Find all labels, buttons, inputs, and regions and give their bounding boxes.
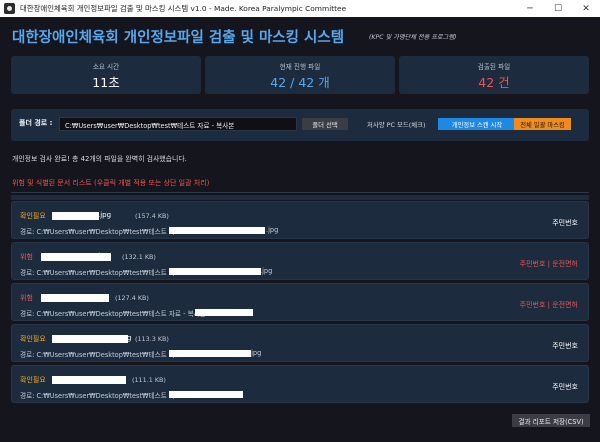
close-button[interactable]: ✕ <box>572 0 600 17</box>
file-path: 경로: C:₩Users₩user₩Desktop₩test₩테스트 자료 - <box>20 228 186 236</box>
file-path: 경로: C:₩Users₩user₩Desktop₩test₩테스트 자료 - <box>20 269 186 277</box>
progress-card: 현재 진행 파일 42 / 42 개 <box>205 56 395 94</box>
results-list[interactable]: 확인필요 .jpg (157.4 KB) 경로: C:₩Users₩user₩D… <box>11 195 589 408</box>
risk-list-title: 위험 및 식별된 문서 리스트 (우클릭 개별 적용 또는 상단 일괄 처리) <box>12 179 210 187</box>
list-item[interactable]: 확인필요 (111.1 KB) 경로: C:₩Users₩user₩Deskto… <box>11 365 589 403</box>
detected-value: 42 건 <box>478 75 510 90</box>
detected-card: 검출된 파일 42 건 <box>399 56 589 94</box>
file-path: 경로: C:₩Users₩user₩Desktop₩test₩테스트 자료 - <box>20 392 186 400</box>
elapsed-time-label: 소요 시간 <box>92 63 120 71</box>
window-titlebar: 대한장애인체육회 개인정보파일 검출 및 마스킹 시스템 v1.0 - Made… <box>0 0 600 17</box>
folder-path-label: 폴더 경로 : <box>19 119 53 127</box>
severity-label: 위험 <box>20 294 33 302</box>
mask-all-button[interactable]: 전체 일괄 마스킹 <box>514 118 571 130</box>
folder-path-field[interactable]: C:₩Users₩user₩Desktop₩test₩테스트 자료 - 복사본 <box>59 117 297 131</box>
file-path: 경로: C:₩Users₩user₩Desktop₩test₩테스트 자료 - <box>20 351 186 359</box>
redacted-path <box>169 391 243 398</box>
list-item-partial <box>11 195 589 200</box>
detected-types: 주민번호 <box>552 383 578 391</box>
list-item[interactable]: 위험 (127.4 KB) 경로: C:₩Users₩user₩Desktop₩… <box>11 283 589 321</box>
file-path-suffix: .jpg <box>249 349 262 357</box>
select-folder-button[interactable]: 폴더 선택 <box>302 118 348 130</box>
severity-label: 확인필요 <box>20 212 46 220</box>
window-controls: ─ ☐ ✕ <box>516 0 600 17</box>
detected-types: 주민번호 | 운전면허 <box>519 260 578 268</box>
severity-label: 확인필요 <box>20 376 46 384</box>
file-path: 경로: C:₩Users₩user₩Desktop₩test₩테스트 자료 - … <box>20 310 206 318</box>
progress-value: 42 / 42 개 <box>270 75 330 90</box>
file-path-suffix: .jpg <box>266 226 279 234</box>
file-size: (132.1 KB) <box>122 253 156 261</box>
redacted-filename <box>52 376 126 384</box>
list-item[interactable]: 확인필요 .jpg (157.4 KB) 경로: C:₩Users₩user₩D… <box>11 201 589 239</box>
file-size: (111.1 KB) <box>132 376 166 384</box>
progress-label: 현재 진행 파일 <box>279 63 321 71</box>
divider <box>11 192 589 193</box>
elapsed-time-card: 소요 시간 11초 <box>11 56 201 94</box>
list-item[interactable]: 확인필요 g (113.3 KB) 경로: C:₩Users₩user₩Desk… <box>11 324 589 362</box>
file-name-suffix: .jpg <box>96 252 110 260</box>
detected-types: 주민번호 | 운전면허 <box>519 301 578 309</box>
file-size: (113.3 KB) <box>135 335 169 343</box>
redacted-filename <box>52 212 99 220</box>
severity-label: 확인필요 <box>20 335 46 343</box>
app-icon <box>4 3 15 14</box>
file-size: (127.4 KB) <box>115 294 149 302</box>
file-name-suffix: .jpg <box>98 211 112 219</box>
low-spec-mode-toggle[interactable]: 저사양 PC 모드(체크) <box>367 120 426 129</box>
start-scan-button[interactable]: 개인정보 스캔 시작 <box>438 118 516 130</box>
file-path-suffix: .jpg <box>260 267 273 275</box>
file-size: (157.4 KB) <box>135 212 169 220</box>
redacted-path <box>169 227 265 234</box>
minimize-button[interactable]: ─ <box>516 0 544 17</box>
detected-types: 주민번호 <box>552 219 578 227</box>
export-csv-button[interactable]: 결과 리포트 저장(CSV) <box>512 414 590 427</box>
folder-panel: 폴더 경로 : C:₩Users₩user₩Desktop₩test₩테스트 자… <box>11 109 589 141</box>
maximize-button[interactable]: ☐ <box>544 0 572 17</box>
redacted-filename <box>41 294 109 302</box>
detected-types: 주민번호 <box>552 342 578 350</box>
page-subtitle: (KPC 및 가맹단체 전용 프로그램) <box>369 34 457 41</box>
status-message: 개인정보 검사 완료! 총 42개의 파일을 완벽히 검사했습니다. <box>12 155 187 163</box>
file-name-suffix: g <box>127 334 132 342</box>
redacted-path <box>195 309 253 316</box>
severity-label: 위험 <box>20 253 33 261</box>
list-item[interactable]: 위험 .jpg (132.1 KB) 경로: C:₩Users₩user₩Des… <box>11 242 589 280</box>
redacted-path <box>169 350 251 357</box>
redacted-path <box>169 268 261 275</box>
detected-label: 검출된 파일 <box>477 63 511 71</box>
elapsed-time-value: 11초 <box>92 75 120 90</box>
page-title: 대한장애인체육회 개인정보파일 검출 및 마스킹 시스템 <box>12 30 345 46</box>
window-title: 대한장애인체육회 개인정보파일 검출 및 마스킹 시스템 v1.0 - Made… <box>20 4 347 13</box>
redacted-filename <box>52 335 128 343</box>
